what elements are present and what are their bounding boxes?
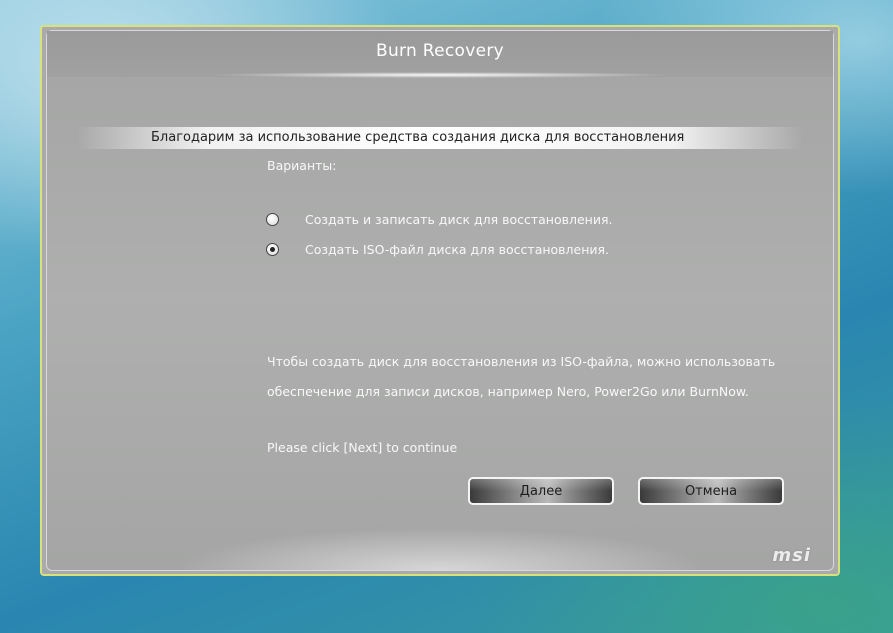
radio-create-and-burn[interactable] <box>266 213 279 226</box>
next-button[interactable]: Далее <box>468 477 614 505</box>
msi-logo: msi <box>772 545 811 566</box>
window-title: Burn Recovery <box>375 41 505 61</box>
option-create-and-burn[interactable]: Создать и записать диск для восстановлен… <box>266 212 612 227</box>
option-create-iso[interactable]: Создать ISO-файл диска для восстановлени… <box>266 242 609 257</box>
options-label: Варианты: <box>267 158 337 173</box>
info-line-1: Чтобы создать диск для восстановления из… <box>267 354 776 369</box>
next-button-label: Далее <box>519 483 563 499</box>
info-line-2: обеспечение для записи дисков, например … <box>267 384 749 399</box>
title-divider <box>204 72 676 78</box>
cancel-button-label: Отмена <box>684 483 738 499</box>
option-create-and-burn-label[interactable]: Создать и записать диск для восстановлен… <box>305 212 612 227</box>
radio-create-iso[interactable] <box>266 243 279 256</box>
continue-prompt: Please click [Next] to continue <box>267 440 458 455</box>
title-bar[interactable]: Burn Recovery <box>47 31 833 78</box>
welcome-text: Благодарим за использование средства соз… <box>151 130 685 145</box>
dialog-panel: Burn Recovery Благодарим за использовани… <box>46 30 834 571</box>
cancel-button[interactable]: Отмена <box>638 477 784 505</box>
burn-recovery-dialog: Burn Recovery Благодарим за использовани… <box>40 25 840 576</box>
option-create-iso-label[interactable]: Создать ISO-файл диска для восстановлени… <box>305 242 609 257</box>
